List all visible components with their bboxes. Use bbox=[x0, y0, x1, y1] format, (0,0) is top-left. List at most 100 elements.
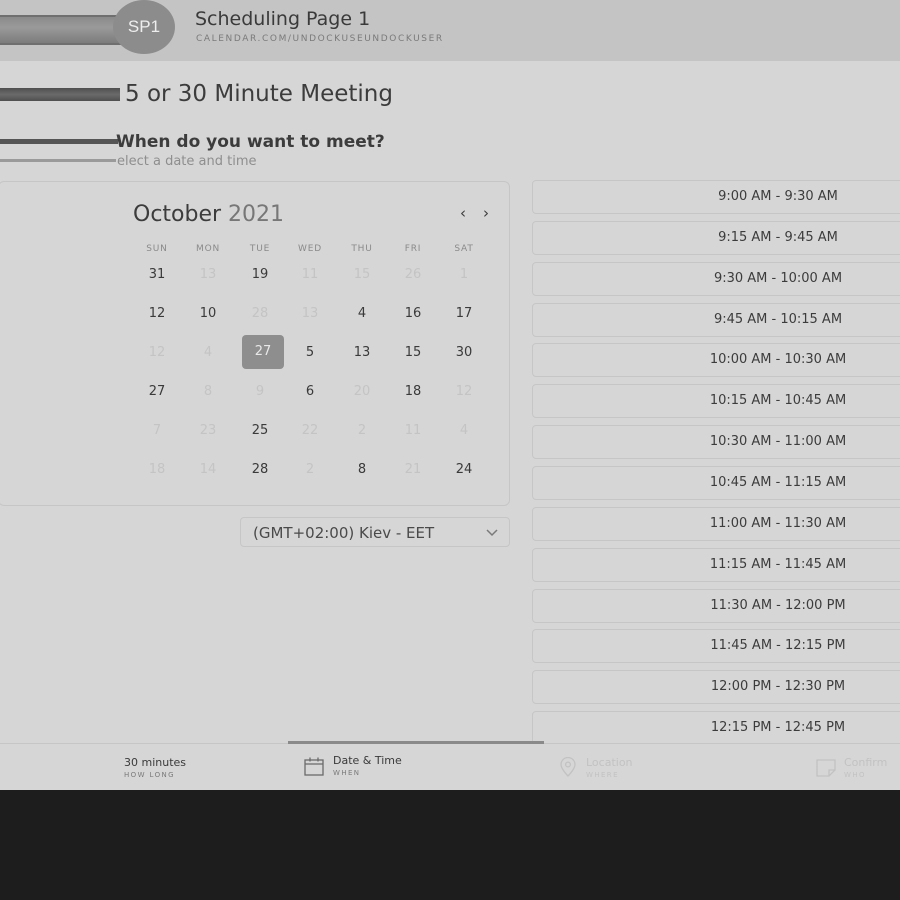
meeting-question: When do you want to meet? bbox=[116, 132, 385, 152]
calendar-day[interactable]: 28 bbox=[240, 453, 280, 487]
step-location-label[interactable]: Location bbox=[586, 756, 633, 769]
calendar-day: 13 bbox=[301, 306, 319, 321]
time-slot-button[interactable]: 11:15 AM - 11:45 AM bbox=[532, 547, 900, 582]
chevron-left-icon[interactable]: ‹ bbox=[455, 204, 471, 222]
time-slot-button[interactable]: 12:15 PM - 12:45 PM bbox=[532, 711, 900, 746]
calendar-day: 22 bbox=[301, 423, 319, 438]
calendar-day: 12 bbox=[455, 384, 473, 399]
time-slot-button[interactable]: 10:15 AM - 10:45 AM bbox=[532, 384, 900, 419]
time-slot-button[interactable]: 11:45 AM - 12:15 PM bbox=[532, 629, 900, 664]
calendar-day[interactable]: 4 bbox=[342, 297, 382, 331]
subtitle-decoration bbox=[0, 159, 116, 162]
weekday-label: SUN bbox=[146, 244, 168, 254]
timezone-select[interactable]: (GMT+02:00) Kiev - EET bbox=[240, 517, 510, 547]
calendar-day[interactable]: 31 bbox=[137, 258, 177, 292]
calendar-day[interactable]: 16 bbox=[393, 297, 433, 331]
calendar-day: 28 bbox=[251, 306, 269, 321]
calendar-day[interactable]: 19 bbox=[240, 258, 280, 292]
time-slot-label: 10:00 AM - 10:30 AM bbox=[709, 352, 847, 368]
calendar-day: 12 bbox=[148, 345, 166, 360]
calendar-day: 21 bbox=[404, 462, 422, 477]
time-slot-label: 10:30 AM - 11:00 AM bbox=[709, 434, 847, 450]
calendar-day: 18 bbox=[148, 462, 166, 477]
calendar-day: 7 bbox=[152, 423, 162, 438]
step-confirm-label[interactable]: Confirm bbox=[844, 756, 887, 769]
time-slot-label: 11:00 AM - 11:30 AM bbox=[709, 515, 847, 531]
time-slot-button[interactable]: 11:00 AM - 11:30 AM bbox=[532, 506, 900, 541]
calendar-day[interactable]: 12 bbox=[137, 297, 177, 331]
calendar-day: 20 bbox=[353, 384, 371, 399]
page-url[interactable]: CALENDAR.COM/UNDOCKUSEUNDOCKUSER bbox=[196, 34, 444, 44]
chevron-down-icon bbox=[486, 529, 498, 537]
calendar-day: 2 bbox=[305, 462, 315, 477]
calendar-day[interactable]: 13 bbox=[342, 336, 382, 370]
calendar-day[interactable]: 25 bbox=[240, 414, 280, 448]
calendar-icon bbox=[304, 757, 324, 776]
weekday-label: TUE bbox=[249, 244, 271, 254]
chevron-right-icon[interactable]: › bbox=[478, 204, 494, 222]
calendar-day[interactable]: 6 bbox=[290, 375, 330, 409]
time-slot-label: 9:00 AM - 9:30 AM bbox=[718, 189, 838, 204]
time-slot-label: 9:45 AM - 10:15 AM bbox=[713, 311, 843, 327]
location-pin-icon bbox=[560, 757, 576, 777]
step-datetime-label[interactable]: Date & Time bbox=[333, 754, 402, 767]
calendar-day[interactable]: 8 bbox=[342, 453, 382, 487]
time-slot-button[interactable]: 12:00 PM - 12:30 PM bbox=[532, 670, 900, 705]
meeting-subtitle: elect a date and time bbox=[117, 154, 257, 169]
weekday-label: SAT bbox=[454, 244, 474, 254]
step-location-sub: WHERE bbox=[586, 771, 619, 779]
time-slot-button[interactable]: 9:30 AM - 10:00 AM bbox=[532, 261, 900, 296]
time-slot-label: 11:45 AM - 12:15 PM bbox=[710, 638, 846, 654]
calendar-day: 11 bbox=[404, 423, 422, 438]
active-step-indicator bbox=[288, 741, 544, 744]
weekday-label: WED bbox=[298, 244, 322, 254]
time-slot-button[interactable]: 11:30 AM - 12:00 PM bbox=[532, 588, 900, 623]
weekday-label: FRI bbox=[404, 244, 422, 254]
calendar-day[interactable]: 24 bbox=[444, 453, 484, 487]
step-duration-sub: HOW LONG bbox=[124, 771, 175, 779]
page-title: Scheduling Page 1 bbox=[195, 8, 371, 30]
calendar-day[interactable]: 30 bbox=[444, 336, 484, 370]
calendar-day-selected[interactable]: 27 bbox=[242, 335, 284, 369]
calendar-day[interactable]: 15 bbox=[393, 336, 433, 370]
calendar-day: 23 bbox=[199, 423, 217, 438]
title-decoration bbox=[0, 88, 120, 101]
weekday-label: MON bbox=[196, 244, 220, 254]
timezone-value: (GMT+02:00) Kiev - EET bbox=[253, 524, 435, 542]
calendar-month-label: October 2021 bbox=[133, 202, 284, 227]
step-duration-label[interactable]: 30 minutes bbox=[124, 756, 186, 769]
time-slot-button[interactable]: 9:00 AM - 9:30 AM bbox=[532, 180, 900, 214]
calendar-day: 8 bbox=[203, 384, 213, 399]
time-slot-label: 12:15 PM - 12:45 PM bbox=[710, 720, 846, 736]
calendar-day: 26 bbox=[404, 267, 422, 282]
confirm-note-icon bbox=[816, 759, 836, 777]
time-slot-button[interactable]: 10:30 AM - 11:00 AM bbox=[532, 425, 900, 460]
calendar-day: 14 bbox=[199, 462, 217, 477]
calendar-day: 15 bbox=[353, 267, 371, 282]
time-slot-button[interactable]: 9:45 AM - 10:15 AM bbox=[532, 302, 900, 337]
calendar-day[interactable]: 27 bbox=[137, 375, 177, 409]
scheduling-app: SP1 Scheduling Page 1 CALENDAR.COM/UNDOC… bbox=[0, 0, 900, 790]
calendar-year: 2021 bbox=[228, 202, 285, 227]
calendar-day: 1 bbox=[459, 267, 469, 282]
time-slot-button[interactable]: 10:00 AM - 10:30 AM bbox=[532, 343, 900, 378]
time-slot-button[interactable]: 9:15 AM - 9:45 AM bbox=[532, 220, 900, 255]
time-slot-label: 10:45 AM - 11:15 AM bbox=[709, 474, 847, 490]
calendar-day: 11 bbox=[301, 267, 319, 282]
calendar-day[interactable]: 10 bbox=[188, 297, 228, 331]
time-slot-label: 12:00 PM - 12:30 PM bbox=[710, 679, 846, 695]
time-slot-label: 11:30 AM - 12:00 PM bbox=[710, 597, 846, 613]
time-slot-label: 11:15 AM - 11:45 AM bbox=[709, 556, 847, 572]
step-confirm-sub: WHO bbox=[844, 771, 866, 779]
time-slot-label: 10:15 AM - 10:45 AM bbox=[709, 393, 847, 409]
calendar-day[interactable]: 5 bbox=[290, 336, 330, 370]
calendar-day[interactable]: 18 bbox=[393, 375, 433, 409]
calendar-day: 13 bbox=[199, 267, 217, 282]
step-datetime-sub: WHEN bbox=[333, 769, 361, 777]
question-decoration bbox=[0, 139, 118, 144]
calendar-day[interactable]: 17 bbox=[444, 297, 484, 331]
time-slot-button[interactable]: 10:45 AM - 11:15 AM bbox=[532, 465, 900, 500]
meeting-title: 5 or 30 Minute Meeting bbox=[125, 81, 393, 107]
avatar: SP1 bbox=[113, 0, 175, 54]
calendar-day: 2 bbox=[357, 423, 367, 438]
